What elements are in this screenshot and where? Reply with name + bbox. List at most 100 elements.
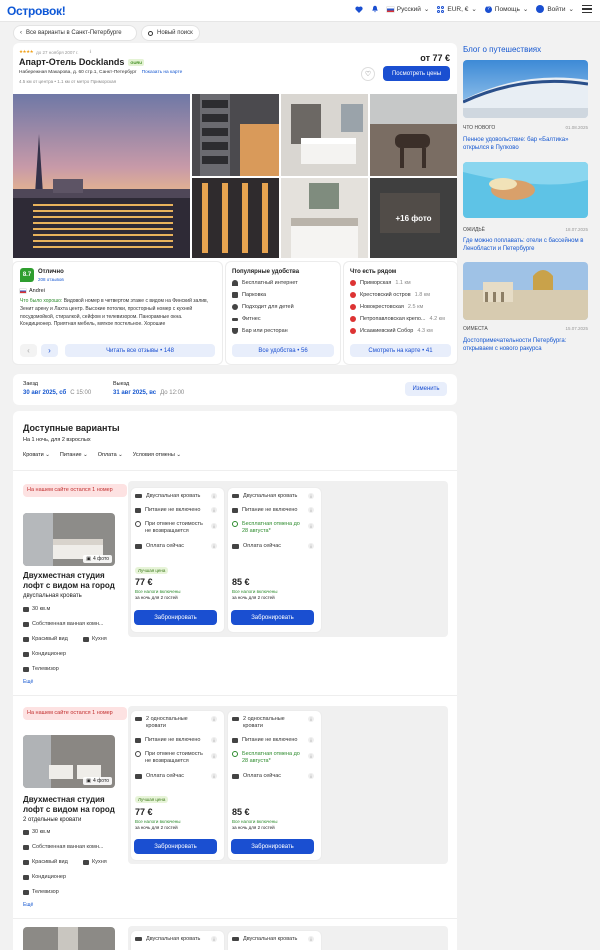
- photo-more[interactable]: +16 фото: [370, 178, 457, 258]
- info-icon[interactable]: i: [308, 493, 314, 499]
- room-card: На нашем сайте остался 1 номер ▣ 4 фото Д…: [13, 703, 457, 913]
- read-all-reviews-button[interactable]: Читать все отзывы • 148: [65, 344, 215, 357]
- blog-post[interactable]: Оиместа 15.07.2025 Достопримечательности…: [463, 262, 588, 357]
- info-icon[interactable]: i: [211, 753, 217, 759]
- amenity-label: Бар или ресторан: [242, 328, 288, 334]
- blog-post[interactable]: Что нового 01.08.2025 Пенное удовольстви…: [463, 60, 588, 151]
- more-features-link[interactable]: Ещё: [23, 902, 33, 908]
- feature-label: Красивый вид: [32, 636, 68, 642]
- nearby-item: Новокрестовская 2.5 км: [350, 304, 423, 310]
- info-icon[interactable]: i: [211, 773, 217, 779]
- nearby-item: Исаакиевский Собор 4.3 км: [350, 328, 433, 334]
- rate-cancel-label: Бесплатная отмена до 28 августа*: [242, 751, 300, 765]
- ac-icon: [23, 874, 29, 880]
- share-icon[interactable]: ♡: [362, 68, 374, 80]
- filter-cancellation[interactable]: Условия отмены ⌄: [133, 452, 181, 458]
- room-feature: Телевизор: [23, 666, 59, 672]
- nearby-name: Исаакиевский Собор: [360, 328, 414, 334]
- room-photo[interactable]: [23, 927, 115, 950]
- info-icon[interactable]: i: [308, 936, 314, 942]
- filter-payment[interactable]: Оплата ⌄: [98, 452, 123, 458]
- filter-label: Условия отмены: [132, 452, 175, 458]
- photo-3[interactable]: [281, 94, 368, 176]
- info-icon[interactable]: i: [211, 493, 217, 499]
- room-name: Двухместная студия лофт с видом на город: [23, 571, 115, 590]
- language-selector[interactable]: Русский ⌄: [386, 5, 429, 13]
- info-icon[interactable]: i: [211, 523, 217, 529]
- back-to-results-button[interactable]: ‹ Все варианты в Санкт-Петербурге: [14, 26, 136, 40]
- book-button[interactable]: Забронировать: [134, 839, 217, 854]
- info-icon[interactable]: i: [211, 507, 217, 513]
- photo-2[interactable]: [192, 94, 279, 176]
- rate-price: 85 €: [232, 807, 250, 817]
- bath-icon: [23, 844, 29, 850]
- info-icon[interactable]: i: [308, 716, 314, 722]
- change-dates-button[interactable]: Изменить: [405, 382, 447, 396]
- rate-option: Двуспальная кровать i: [131, 931, 224, 950]
- score-badge: 8.7: [20, 268, 34, 282]
- back-label: Все варианты в Санкт-Петербурге: [26, 30, 122, 36]
- info-icon[interactable]: i: [308, 543, 314, 549]
- blog-image: [463, 60, 588, 118]
- info-icon[interactable]: i: [308, 737, 314, 743]
- checkout-time: До 12:00: [160, 390, 185, 396]
- checkout-value: 31 авг 2025, вс До 12:00: [113, 390, 184, 396]
- currency-selector[interactable]: EUR, € ⌄: [437, 5, 477, 13]
- info-icon[interactable]: i: [308, 523, 314, 529]
- info-icon[interactable]: i: [211, 543, 217, 549]
- all-amenities-button[interactable]: Все удобства • 56: [232, 344, 334, 357]
- chevron-down-icon: ⌄: [118, 452, 123, 458]
- book-button[interactable]: Забронировать: [134, 610, 217, 625]
- filter-beds[interactable]: Кровати ⌄: [23, 452, 50, 458]
- blog-post[interactable]: Ожидьё 18.07.2025 Где можно поплавать: о…: [463, 162, 588, 257]
- login-menu[interactable]: Войти ⌄: [536, 5, 574, 13]
- nearby-dist: 4.3 км: [417, 328, 433, 334]
- book-button[interactable]: Забронировать: [231, 610, 314, 625]
- help-menu[interactable]: ? Помощь ⌄: [484, 5, 528, 13]
- photo-6[interactable]: [281, 178, 368, 258]
- feature-label: Собственная ванная комн...: [32, 621, 104, 627]
- view-on-map-button[interactable]: Смотреть на карте • 41: [350, 344, 451, 357]
- menu-icon[interactable]: [582, 5, 592, 13]
- info-icon[interactable]: i: [211, 716, 217, 722]
- review-count[interactable]: 208 отзывов: [38, 277, 64, 282]
- per-night-note: за ночь для 2 гостей: [135, 825, 178, 830]
- stars-note: до 27 ноября 2007 г.: [36, 49, 79, 55]
- blog-title[interactable]: Блог о путешествиях: [463, 45, 541, 54]
- show-map-link[interactable]: Показать на карте: [142, 70, 183, 75]
- info-icon[interactable]: i: [211, 936, 217, 942]
- filter-meals[interactable]: Питание ⌄: [60, 452, 88, 458]
- nearby-block: Что есть рядом Приморская 1.1 км Крестовс…: [344, 262, 457, 364]
- meal-icon: [232, 507, 238, 513]
- nearby-name: Новокрестовская: [360, 304, 404, 310]
- prev-review-button[interactable]: ‹: [20, 344, 37, 357]
- info-icon[interactable]: i: [211, 737, 217, 743]
- photo-4[interactable]: [370, 94, 457, 176]
- info-icon[interactable]: i: [308, 507, 314, 513]
- info-icon[interactable]: i: [308, 753, 314, 759]
- see-prices-button[interactable]: Посмотреть цены: [383, 66, 450, 81]
- photo-5[interactable]: [192, 178, 279, 258]
- child-icon: [232, 304, 238, 310]
- more-photos-label: +16 фото: [370, 178, 457, 258]
- new-search-button[interactable]: Новый поиск: [142, 26, 199, 40]
- nearby-name: Приморская: [360, 280, 392, 286]
- amenity-label: Фитнес: [242, 316, 261, 322]
- card-icon: [135, 773, 142, 779]
- book-button[interactable]: Забронировать: [231, 839, 314, 854]
- info-icon[interactable]: i: [308, 773, 314, 779]
- main-photo[interactable]: [13, 94, 190, 258]
- favorites-icon[interactable]: [355, 5, 363, 13]
- bell-icon[interactable]: [371, 5, 379, 13]
- more-features-link[interactable]: Ещё: [23, 679, 33, 685]
- next-review-button[interactable]: ›: [41, 344, 58, 357]
- hotel-address: Набережная Макарова, д. 60 стр.1, Санкт-…: [19, 70, 137, 75]
- checkin-date: 30 авг 2025, сб: [23, 390, 67, 396]
- rate-option: Двуспальная кровать i: [228, 931, 321, 950]
- room-feature: 30 кв.м: [23, 606, 50, 612]
- per-night-note: за ночь для 2 гостей: [232, 825, 275, 830]
- room-photo[interactable]: ▣ 4 фото: [23, 513, 115, 566]
- room-photo[interactable]: ▣ 4 фото: [23, 735, 115, 788]
- room-name: Двухместная студия лофт с видом на город: [23, 795, 115, 814]
- logo[interactable]: Островок!: [7, 4, 66, 18]
